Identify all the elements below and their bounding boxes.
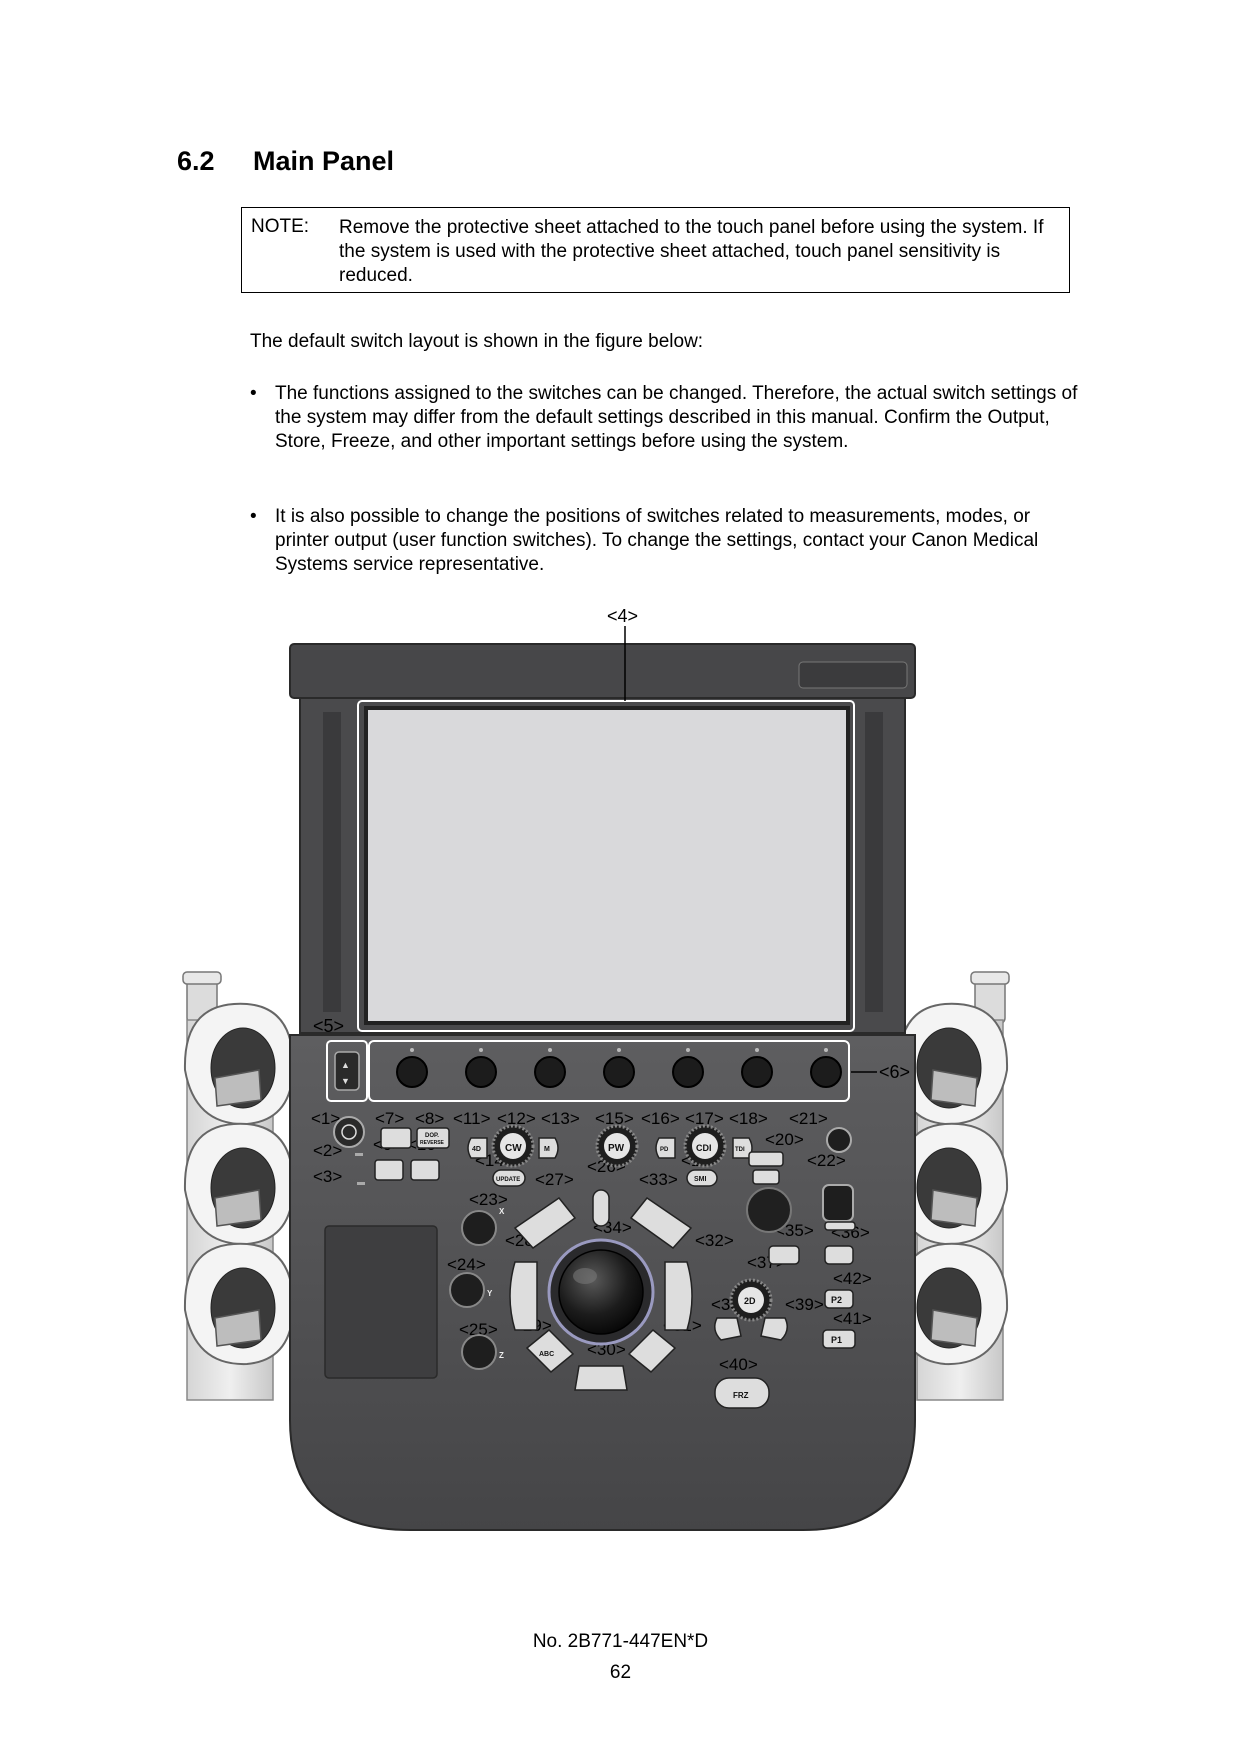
knob-4[interactable]	[603, 1056, 635, 1088]
callout-2: <2>	[313, 1141, 342, 1160]
callout-39: <39>	[785, 1295, 824, 1314]
x-knob[interactable]	[461, 1210, 497, 1246]
callout-5: <5>	[313, 1016, 344, 1036]
intro-text: The default switch layout is shown in th…	[250, 331, 704, 352]
y-knob[interactable]	[449, 1272, 485, 1308]
callout-22: <22>	[807, 1151, 846, 1170]
pointer-button[interactable]	[410, 1159, 440, 1181]
callout-4: <4>	[607, 606, 638, 626]
svg-text:ABC: ABC	[539, 1351, 554, 1358]
svg-text:Z: Z	[499, 1351, 504, 1360]
callout-21: <21>	[789, 1109, 828, 1128]
note-text: Remove the protective sheet attached to …	[339, 217, 1044, 286]
callout-41: <41>	[833, 1309, 872, 1328]
power-button[interactable]	[333, 1116, 365, 1148]
speaker-grille-left	[323, 712, 341, 1012]
button-35[interactable]	[768, 1245, 800, 1265]
svg-text:DOP.: DOP.	[425, 1133, 439, 1139]
callout-24: <24>	[447, 1255, 486, 1274]
button-36[interactable]	[824, 1245, 854, 1265]
section-heading: 6.2 Main Panel	[177, 146, 394, 177]
button-30[interactable]	[574, 1365, 628, 1391]
callout-8: <8>	[415, 1109, 444, 1128]
speaker-grille-right	[865, 712, 883, 1012]
touch-panel-screen	[364, 706, 850, 1025]
knob-5[interactable]	[672, 1056, 704, 1088]
callout-11: <11>	[453, 1109, 491, 1128]
callout-33: <33>	[639, 1170, 678, 1189]
svg-text:Y: Y	[487, 1289, 493, 1298]
switch-20[interactable]	[748, 1151, 784, 1167]
z-knob[interactable]	[461, 1334, 497, 1370]
button-38[interactable]	[714, 1317, 742, 1341]
callout-15: <15>	[595, 1109, 634, 1128]
callout-7: <7>	[375, 1109, 404, 1128]
switch-20b[interactable]	[752, 1169, 780, 1185]
document-number: No. 2B771-447EN*D	[532, 1631, 709, 1652]
svg-text:X: X	[499, 1207, 505, 1216]
left-panel-pad	[324, 1225, 438, 1379]
svg-text:CW: CW	[505, 1143, 522, 1154]
svg-text:PW: PW	[608, 1143, 625, 1154]
bar-36[interactable]	[824, 1221, 856, 1231]
callout-3: <3>	[313, 1167, 342, 1186]
callout-6: <6>	[879, 1062, 910, 1082]
store-button[interactable]	[380, 1127, 412, 1149]
knob-1[interactable]	[396, 1056, 428, 1088]
bullet-item: • The functions assigned to the switches…	[250, 382, 1080, 454]
section-number: 6.2	[177, 146, 215, 176]
bullet-item: • It is also possible to change the posi…	[250, 505, 1080, 577]
knob-7[interactable]	[810, 1056, 842, 1088]
bullet-text: The functions assigned to the switches c…	[275, 383, 1078, 452]
svg-text:FRZ: FRZ	[733, 1391, 749, 1400]
svg-text:SMI: SMI	[694, 1176, 707, 1183]
callout-42: <42>	[833, 1269, 872, 1288]
svg-text:P1: P1	[831, 1335, 842, 1345]
button-28[interactable]	[509, 1261, 538, 1331]
callout-20: <20>	[765, 1130, 804, 1149]
svg-text:P2: P2	[831, 1295, 842, 1305]
knob-21[interactable]	[826, 1127, 852, 1153]
bullet-dot: •	[250, 506, 257, 527]
svg-text:2D: 2D	[744, 1296, 756, 1306]
slider-22[interactable]	[822, 1184, 854, 1222]
bullet-dot: •	[250, 383, 257, 404]
knob-2[interactable]	[465, 1056, 497, 1088]
button-39[interactable]	[760, 1317, 788, 1341]
bullet-text: It is also possible to change the positi…	[275, 506, 1039, 575]
svg-text:CDI: CDI	[696, 1143, 712, 1153]
left-probe-holders	[182, 971, 295, 1401]
svg-text:▲: ▲	[341, 1060, 350, 1070]
knob-3[interactable]	[534, 1056, 566, 1088]
trapezoid-button[interactable]	[374, 1159, 404, 1181]
callout-16: <16>	[641, 1109, 680, 1128]
button-26[interactable]	[592, 1189, 610, 1227]
callout-18: <18>	[729, 1109, 768, 1128]
callout-13: <13>	[541, 1109, 580, 1128]
note-label: NOTE:	[251, 216, 310, 237]
knob-6[interactable]	[741, 1056, 773, 1088]
knob-22[interactable]	[746, 1187, 792, 1233]
svg-text:4D: 4D	[472, 1146, 481, 1153]
svg-text:PD: PD	[660, 1147, 669, 1153]
main-panel-figure: <4> <6> ▲ ▼ <5> <1> <7> <8> <11> <12> <1…	[182, 606, 1010, 1531]
svg-text:UPDATE: UPDATE	[496, 1177, 520, 1183]
page-number: 62	[609, 1662, 632, 1683]
note-box: NOTE: Remove the protective sheet attach…	[241, 207, 1070, 293]
svg-text:REVERSE: REVERSE	[420, 1140, 445, 1146]
svg-text:M: M	[544, 1146, 550, 1153]
section-title: Main Panel	[253, 146, 395, 176]
svg-text:TDI: TDI	[735, 1147, 745, 1153]
button-32[interactable]	[664, 1261, 693, 1331]
top-slot	[798, 661, 908, 689]
callout-27: <27>	[535, 1170, 574, 1189]
callout-32: <32>	[695, 1231, 734, 1250]
trackball[interactable]	[558, 1249, 644, 1335]
svg-text:▼: ▼	[341, 1076, 350, 1086]
callout-40: <40>	[719, 1355, 758, 1374]
